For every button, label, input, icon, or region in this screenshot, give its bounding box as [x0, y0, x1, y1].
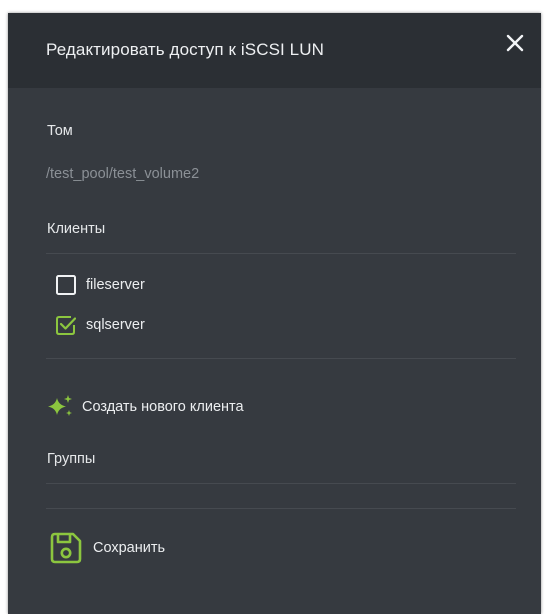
volume-label: Том — [47, 123, 73, 139]
create-client-button[interactable]: Создать нового клиента — [46, 393, 244, 421]
groups-divider — [46, 483, 516, 484]
create-client-label: Создать нового клиента — [82, 399, 244, 415]
client-item-sqlserver[interactable]: sqlserver — [56, 313, 145, 337]
client-item-fileserver[interactable]: fileserver — [56, 273, 145, 297]
checkbox-checked[interactable] — [56, 315, 77, 335]
clients-divider — [46, 253, 516, 254]
clients-label: Клиенты — [47, 221, 106, 237]
groups-label: Группы — [47, 451, 96, 467]
dialog-title: Редактировать доступ к iSCSI LUN — [46, 40, 324, 59]
checkbox-empty-icon — [56, 275, 76, 295]
checkbox-checked-icon — [56, 316, 77, 335]
close-button[interactable] — [501, 29, 529, 57]
save-label: Сохранить — [93, 540, 166, 556]
checkbox-unchecked[interactable] — [56, 275, 76, 295]
close-icon — [506, 34, 524, 52]
client-label: sqlserver — [86, 317, 145, 333]
dialog-header: Редактировать доступ к iSCSI LUN — [8, 13, 541, 88]
edit-iscsi-lun-access-dialog: Редактировать доступ к iSCSI LUN Том /te… — [8, 13, 541, 614]
client-label: fileserver — [86, 277, 145, 293]
volume-path: /test_pool/test_volume2 — [46, 166, 200, 182]
clients-list-divider — [46, 358, 516, 359]
save-icon — [50, 532, 82, 564]
save-button[interactable]: Сохранить — [49, 531, 165, 565]
footer-divider — [46, 508, 516, 509]
sparkle-add-icon — [48, 395, 72, 416]
